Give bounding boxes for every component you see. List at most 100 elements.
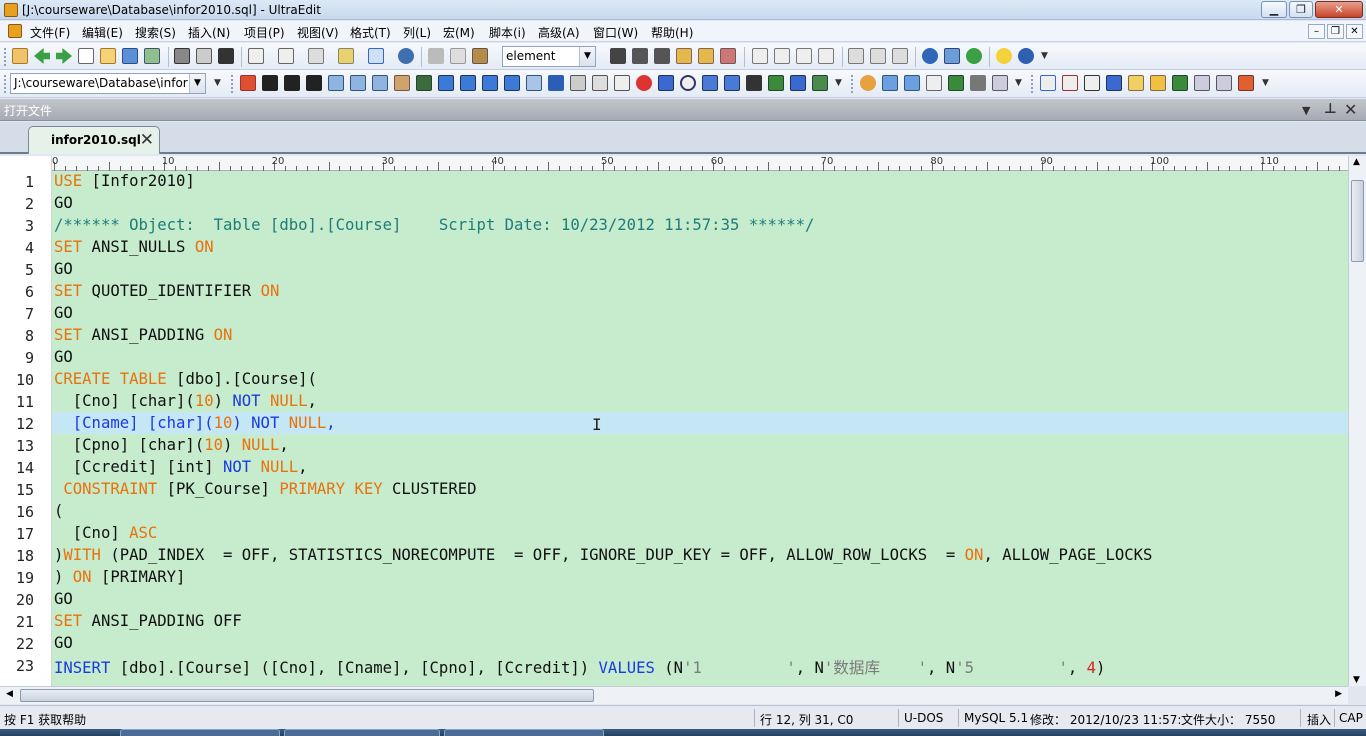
perl-icon[interactable]: [1194, 75, 1210, 91]
style-icon[interactable]: [904, 75, 920, 91]
cut-icon[interactable]: [428, 48, 444, 64]
scroll-right-icon[interactable]: ▶: [1335, 689, 1342, 699]
help-icon[interactable]: [1018, 48, 1034, 64]
italic-icon[interactable]: [284, 75, 300, 91]
image-icon[interactable]: [702, 75, 718, 91]
taskbar-item[interactable]: [444, 729, 604, 736]
hex-mode-icon[interactable]: [308, 48, 324, 64]
column-mode-icon[interactable]: [338, 48, 354, 64]
replace-in-files-icon[interactable]: [720, 48, 736, 64]
code-editor[interactable]: 1 2 3 4 5 6 7 8 9 10 11 12 13 14 15 16 17 18 19 20 21 22 23 01…: [0, 156, 1348, 686]
menu-search[interactable]: 搜索(S): [135, 24, 176, 41]
toolbar-overflow-icon[interactable]: ▼: [1015, 78, 1025, 92]
taskbar-item[interactable]: [284, 729, 440, 736]
input-text-icon[interactable]: [570, 75, 586, 91]
save-all-icon[interactable]: [144, 48, 160, 64]
forward-arrow-icon[interactable]: [56, 48, 72, 64]
menu-project[interactable]: 项目(P): [244, 24, 285, 41]
refresh-icon[interactable]: [966, 48, 982, 64]
new-file-icon[interactable]: [78, 48, 94, 64]
split-vertical-icon[interactable]: [870, 48, 886, 64]
code-line[interactable]: GO: [54, 348, 73, 366]
browser-view-icon[interactable]: [398, 48, 414, 64]
split-horizontal-icon[interactable]: [848, 48, 864, 64]
code-line[interactable]: [Cno] ASC: [54, 524, 158, 542]
color-picker-icon[interactable]: [860, 75, 876, 91]
align-left-icon[interactable]: [752, 48, 768, 64]
table-icon[interactable]: [328, 75, 344, 91]
break-icon[interactable]: [504, 75, 520, 91]
table-cell-icon[interactable]: [372, 75, 388, 91]
stop-icon[interactable]: [636, 75, 652, 91]
file-path-combo[interactable]: J:\courseware\Database\infor ▼: [10, 73, 206, 94]
tag-list-combo[interactable]: element ▼: [502, 46, 596, 67]
google-search-icon[interactable]: [1040, 75, 1056, 91]
code-line[interactable]: [Cpno] [char](10) NULL,: [54, 436, 289, 454]
radio-icon[interactable]: [680, 75, 696, 91]
checkbox-icon[interactable]: [658, 75, 674, 91]
frame-icon[interactable]: [812, 75, 828, 91]
chevron-down-icon[interactable]: ▼: [189, 74, 205, 93]
html-tidy-icon[interactable]: [948, 75, 964, 91]
find-icon[interactable]: [610, 48, 626, 64]
taskbar-item[interactable]: [120, 729, 280, 736]
code-line[interactable]: SET ANSI_PADDING ON: [54, 326, 232, 344]
code-line[interactable]: [Ccredit] [int] NOT NULL,: [54, 458, 308, 476]
chevron-down-icon[interactable]: ▼: [579, 47, 595, 66]
tab-view-icon[interactable]: [368, 48, 384, 64]
wand-icon[interactable]: [970, 75, 986, 91]
toolbar-grip[interactable]: [4, 48, 7, 66]
code-line[interactable]: [Cno] [char](10) NOT NULL,: [54, 392, 317, 410]
php-icon[interactable]: [1128, 75, 1144, 91]
code-line[interactable]: )WITH (PAD_INDEX = OFF, STATISTICS_NOREC…: [54, 546, 1152, 564]
menu-view[interactable]: 视图(V): [297, 24, 339, 41]
menu-window[interactable]: 窗口(W): [593, 24, 638, 41]
code-line[interactable]: SET QUOTED_IDENTIFIER ON: [54, 282, 279, 300]
status-insert-mode[interactable]: 插入: [1307, 711, 1331, 728]
table-row-icon[interactable]: [350, 75, 366, 91]
form-icon[interactable]: [416, 75, 432, 91]
document-icon[interactable]: [8, 24, 22, 38]
align-right-icon[interactable]: [796, 48, 812, 64]
maximize-button[interactable]: ❐: [1289, 1, 1313, 18]
horizontal-scrollbar[interactable]: ◀ ▶: [0, 686, 1348, 704]
paste-icon[interactable]: [472, 48, 488, 64]
font-icon[interactable]: [218, 48, 234, 64]
menu-macro[interactable]: 宏(M): [443, 24, 475, 41]
save-icon[interactable]: [122, 48, 138, 64]
close-button[interactable]: ✕: [1315, 1, 1363, 18]
print-icon[interactable]: [174, 48, 190, 64]
close-icon[interactable]: ✕: [1344, 100, 1357, 119]
wikipedia-icon[interactable]: [1084, 75, 1100, 91]
underline-icon[interactable]: [306, 75, 322, 91]
scroll-up-icon[interactable]: ▲: [1353, 157, 1360, 167]
link-icon[interactable]: [768, 75, 784, 91]
status-encoding[interactable]: U-DOS: [904, 711, 943, 725]
align-center-icon[interactable]: [774, 48, 790, 64]
mdi-minimize-button[interactable]: –: [1308, 24, 1325, 39]
javascript-icon[interactable]: [1172, 75, 1188, 91]
web-globe-icon[interactable]: [922, 48, 938, 64]
mdi-close-button[interactable]: ✕: [1346, 24, 1363, 39]
cascade-icon[interactable]: [892, 48, 908, 64]
status-syntax[interactable]: MySQL 5.1: [964, 711, 1028, 725]
yahoo-search-icon[interactable]: [1062, 75, 1078, 91]
textarea-icon[interactable]: [592, 75, 608, 91]
anchor-list-icon[interactable]: [438, 75, 454, 91]
code-line[interactable]: ) ON [PRIMARY]: [54, 568, 185, 586]
dictionary-icon[interactable]: [1106, 75, 1122, 91]
menu-format[interactable]: 格式(T): [350, 24, 391, 41]
html-ref-icon[interactable]: [1150, 75, 1166, 91]
ruby-icon[interactable]: [1216, 75, 1232, 91]
find-prev-icon[interactable]: [654, 48, 670, 64]
code-line[interactable]: INSERT [dbo].[Course] ([Cno], [Cname], […: [54, 656, 1105, 678]
css-icon[interactable]: [882, 75, 898, 91]
code-line[interactable]: GO: [54, 634, 73, 652]
html-tag-icon[interactable]: [240, 75, 256, 91]
code-line[interactable]: GO: [54, 194, 73, 212]
chevron-down-icon[interactable]: ▼: [1302, 104, 1310, 117]
preview-icon[interactable]: [992, 75, 1008, 91]
code-line[interactable]: CONSTRAINT [PK_Course] PRIMARY KEY CLUST…: [54, 480, 476, 498]
toolbar-grip[interactable]: [4, 75, 7, 93]
toolbar-overflow-icon[interactable]: ▼: [835, 78, 845, 92]
